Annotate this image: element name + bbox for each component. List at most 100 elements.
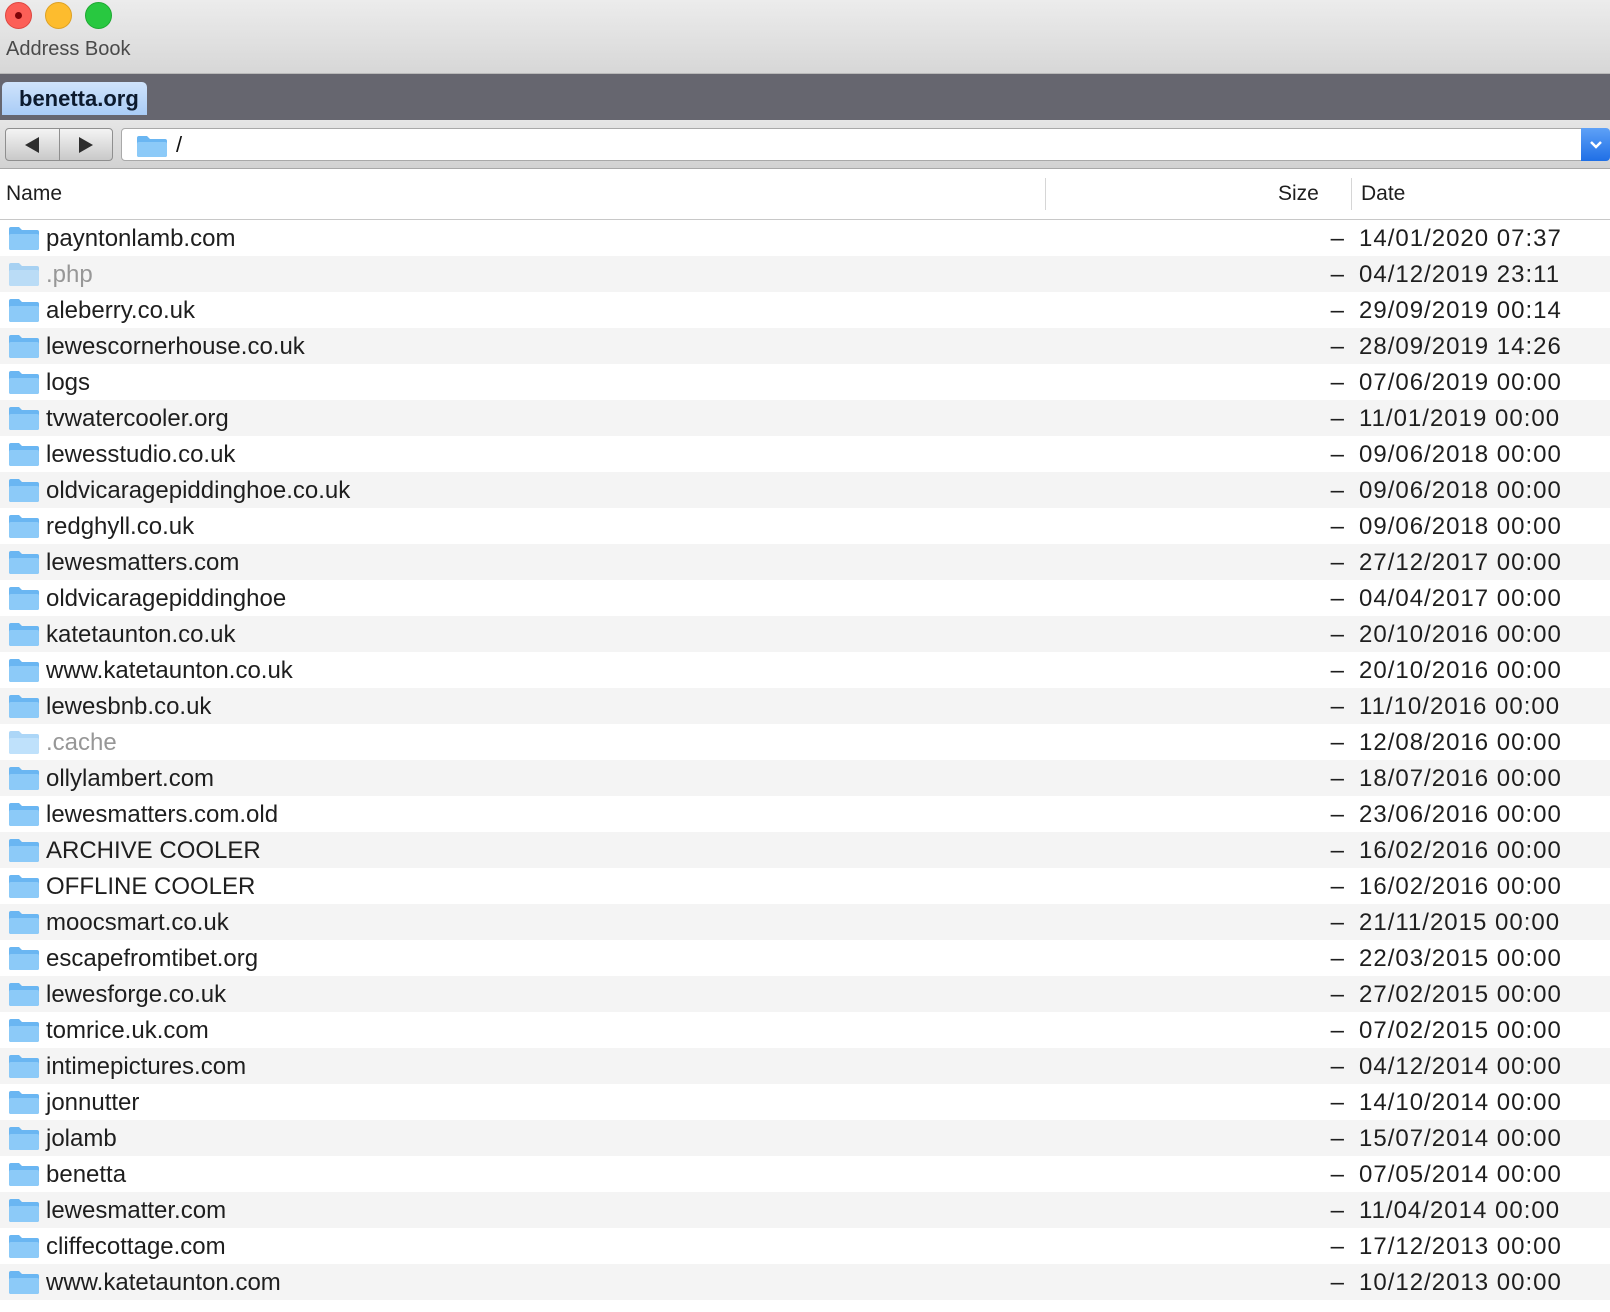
file-name: ARCHIVE COOLER (46, 837, 261, 864)
file-date: 07/02/2015 00:00 (1359, 1017, 1562, 1044)
folder-icon (9, 839, 39, 862)
file-size: – (1330, 729, 1344, 756)
file-size: – (1330, 1233, 1344, 1260)
file-row[interactable]: redghyll.co.uk –09/06/2018 00:00 (0, 508, 1610, 544)
file-row[interactable]: intimepictures.com –04/12/2014 00:00 (0, 1048, 1610, 1084)
tab-strip: benetta.org (0, 74, 1610, 120)
zoom-window-button[interactable] (85, 2, 112, 29)
column-size-header[interactable]: Size (1278, 182, 1319, 206)
close-window-button[interactable] (5, 2, 32, 29)
file-date: 16/02/2016 00:00 (1359, 873, 1562, 900)
file-date: 15/07/2014 00:00 (1359, 1125, 1562, 1152)
file-name: escapefromtibet.org (46, 945, 259, 972)
file-date: 27/12/2017 00:00 (1359, 549, 1562, 576)
file-date: 14/01/2020 07:37 (1359, 225, 1562, 252)
file-row[interactable]: lewesmatter.com –11/04/2014 00:00 (0, 1192, 1610, 1228)
back-arrow-icon (25, 136, 40, 153)
file-name: logs (46, 369, 91, 396)
file-size: – (1330, 945, 1344, 972)
tab-benetta-org[interactable]: benetta.org (2, 82, 147, 115)
folder-icon (9, 1271, 39, 1294)
forward-button[interactable] (58, 129, 113, 160)
navigation-bar: / (0, 120, 1610, 169)
column-name-header[interactable]: Name (6, 182, 62, 206)
file-date: 28/09/2019 14:26 (1359, 333, 1562, 360)
file-row[interactable]: cliffecottage.com –17/12/2013 00:00 (0, 1228, 1610, 1264)
file-name: ollylambert.com (46, 765, 215, 792)
file-size: – (1330, 261, 1344, 288)
file-row[interactable]: oldvicaragepiddinghoe.co.uk –09/06/2018 0… (0, 472, 1610, 508)
file-row[interactable]: benetta –07/05/2014 00:00 (0, 1156, 1610, 1192)
file-size: – (1330, 297, 1344, 324)
file-row[interactable]: lewesstudio.co.uk –09/06/2018 00:00 (0, 436, 1610, 472)
folder-icon (9, 371, 39, 394)
file-row[interactable]: lewesforge.co.uk –27/02/2015 00:00 (0, 976, 1610, 1012)
file-size: – (1330, 837, 1344, 864)
file-row[interactable]: ARCHIVE COOLER –16/02/2016 00:00 (0, 832, 1610, 868)
file-row[interactable]: jolamb –15/07/2014 00:00 (0, 1120, 1610, 1156)
file-row[interactable]: tomrice.uk.com –07/02/2015 00:00 (0, 1012, 1610, 1048)
column-divider[interactable] (1045, 178, 1046, 210)
file-row[interactable]: escapefromtibet.org –22/03/2015 00:00 (0, 940, 1610, 976)
path-dropdown-button[interactable] (1581, 128, 1610, 161)
file-row[interactable]: tvwatercooler.org –11/01/2019 00:00 (0, 400, 1610, 436)
folder-icon (9, 695, 39, 718)
file-name: tomrice.uk.com (46, 1017, 209, 1044)
file-row[interactable]: katetaunton.co.uk –20/10/2016 00:00 (0, 616, 1610, 652)
file-row[interactable]: lewesbnb.co.uk –11/10/2016 00:00 (0, 688, 1610, 724)
file-row[interactable]: payntonlamb.com –14/01/2020 07:37 (0, 220, 1610, 256)
file-date: 10/12/2013 00:00 (1359, 1269, 1562, 1296)
file-row[interactable]: lewesmatters.com –27/12/2017 00:00 (0, 544, 1610, 580)
file-row[interactable]: lewescornerhouse.co.uk –28/09/2019 14:26 (0, 328, 1610, 364)
file-size: – (1330, 585, 1344, 612)
file-size: – (1330, 549, 1344, 576)
file-date: 04/12/2019 23:11 (1359, 261, 1561, 288)
file-size: – (1330, 909, 1344, 936)
file-date: 17/12/2013 00:00 (1359, 1233, 1562, 1260)
file-name: oldvicaragepiddinghoe.co.uk (46, 477, 351, 504)
file-row[interactable]: www.katetaunton.com –10/12/2013 00:00 (0, 1264, 1610, 1300)
folder-icon (9, 731, 39, 754)
folder-icon (9, 1235, 39, 1258)
file-name: .cache (46, 729, 117, 756)
folder-icon (9, 803, 39, 826)
file-name: jolamb (46, 1125, 117, 1152)
file-size: – (1330, 1161, 1344, 1188)
file-size: – (1330, 225, 1344, 252)
file-row[interactable]: moocsmart.co.uk –21/11/2015 00:00 (0, 904, 1610, 940)
file-row[interactable]: .cache –12/08/2016 00:00 (0, 724, 1610, 760)
file-row[interactable]: jonnutter –14/10/2014 00:00 (0, 1084, 1610, 1120)
folder-icon (9, 1127, 39, 1150)
window-title: Address Book (6, 38, 131, 60)
folder-icon (9, 515, 39, 538)
chevron-down-icon (1589, 140, 1602, 149)
file-size: – (1330, 513, 1344, 540)
file-size: – (1330, 981, 1344, 1008)
file-size: – (1330, 1017, 1344, 1044)
file-name: .php (46, 261, 93, 288)
file-row[interactable]: OFFLINE COOLER –16/02/2016 00:00 (0, 868, 1610, 904)
file-date: 29/09/2019 00:14 (1359, 297, 1562, 324)
file-row[interactable]: www.katetaunton.co.uk –20/10/2016 00:00 (0, 652, 1610, 688)
file-size: – (1330, 801, 1344, 828)
file-row[interactable]: .php –04/12/2019 23:11 (0, 256, 1610, 292)
file-name: payntonlamb.com (46, 225, 236, 252)
file-date: 20/10/2016 00:00 (1359, 621, 1562, 648)
file-name: www.katetaunton.co.uk (46, 657, 293, 684)
file-row[interactable]: logs –07/06/2019 00:00 (0, 364, 1610, 400)
column-divider[interactable] (1351, 178, 1352, 210)
file-row[interactable]: oldvicaragepiddinghoe –04/04/2017 00:00 (0, 580, 1610, 616)
file-name: www.katetaunton.com (46, 1269, 281, 1296)
back-button[interactable] (6, 129, 59, 160)
file-date: 07/05/2014 00:00 (1359, 1161, 1562, 1188)
folder-icon (9, 335, 39, 358)
file-row[interactable]: ollylambert.com –18/07/2016 00:00 (0, 760, 1610, 796)
path-field[interactable]: / (121, 128, 1582, 161)
file-name: jonnutter (46, 1089, 140, 1116)
folder-icon (9, 443, 39, 466)
file-row[interactable]: lewesmatters.com.old –23/06/2016 00:00 (0, 796, 1610, 832)
file-row[interactable]: aleberry.co.uk –29/09/2019 00:14 (0, 292, 1610, 328)
file-date: 09/06/2018 00:00 (1359, 441, 1562, 468)
column-date-header[interactable]: Date (1361, 182, 1405, 206)
minimize-window-button[interactable] (45, 2, 72, 29)
